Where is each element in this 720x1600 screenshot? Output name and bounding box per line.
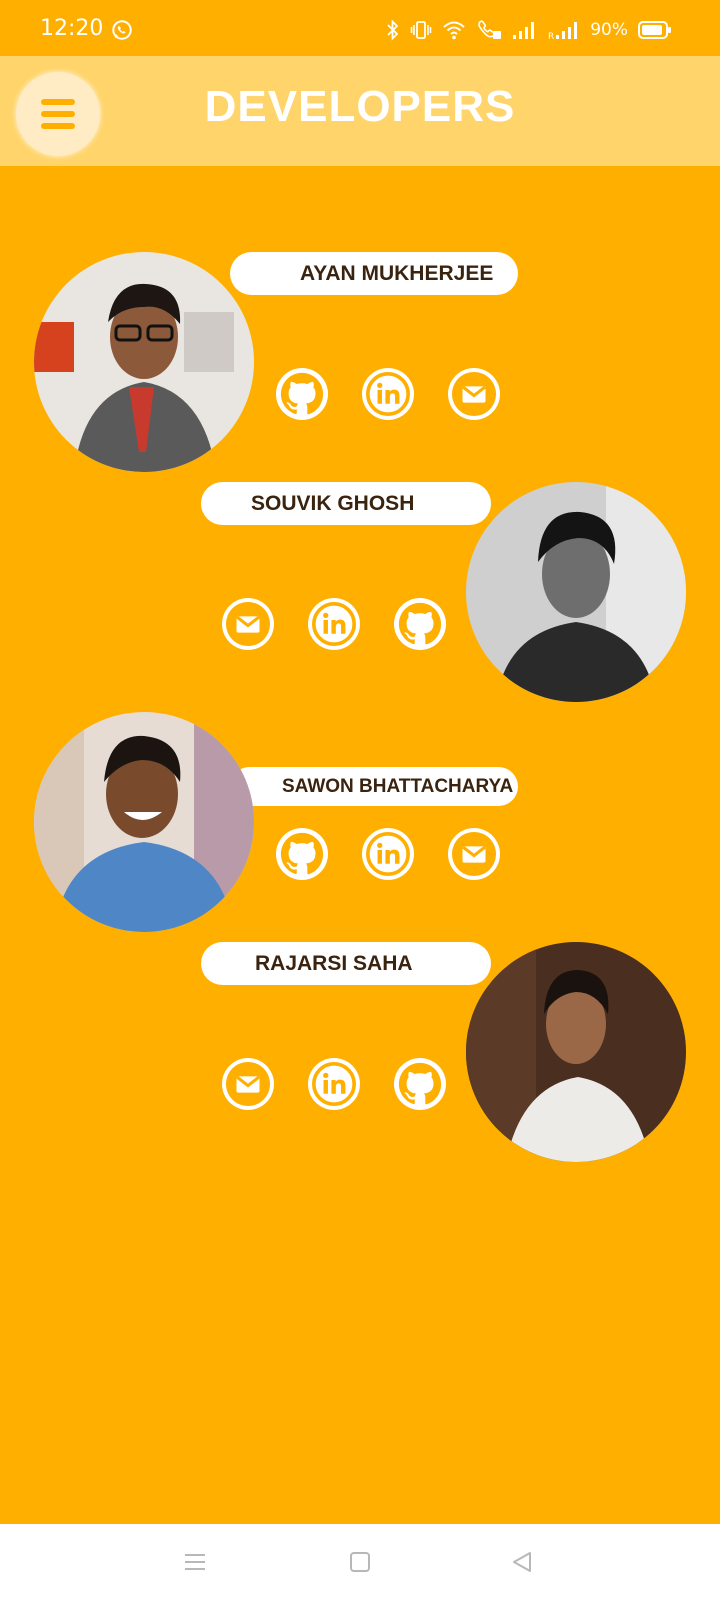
mail-button[interactable]: [448, 828, 500, 880]
whatsapp-icon: [112, 20, 132, 40]
mail-button[interactable]: [448, 368, 500, 420]
linkedin-button[interactable]: [362, 828, 414, 880]
developer-card: SOUVIK GHOSH: [0, 482, 720, 702]
linkedin-button[interactable]: [308, 598, 360, 650]
status-bar: 12:20 R 90%: [0, 0, 720, 56]
social-links: [276, 828, 500, 880]
social-links: [222, 598, 446, 650]
mail-icon: [225, 601, 271, 647]
developer-name: SOUVIK GHOSH: [251, 491, 415, 515]
svg-text:R: R: [548, 32, 554, 41]
mail-icon: [225, 1061, 271, 1107]
home-icon[interactable]: [348, 1550, 372, 1574]
developer-name-pill: SAWON BHATTACHARYA: [230, 767, 518, 806]
github-button[interactable]: [276, 368, 328, 420]
developer-card: RAJARSI SAHA: [0, 942, 720, 1162]
developer-avatar: [466, 942, 686, 1162]
developer-card: SAWON BHATTACHARYA: [0, 712, 720, 932]
developer-name: SAWON BHATTACHARYA: [282, 775, 514, 797]
social-links: [222, 1058, 446, 1110]
page-title: DEVELOPERS: [204, 82, 516, 131]
mail-icon: [451, 371, 497, 417]
linkedin-button[interactable]: [362, 368, 414, 420]
app-bar: DEVELOPERS: [0, 56, 720, 166]
linkedin-icon: [312, 602, 356, 646]
signal-icon: [513, 22, 535, 39]
wifi-icon: [443, 21, 465, 40]
mail-icon: [451, 831, 497, 877]
github-icon: [280, 832, 324, 876]
volte-icon: [478, 20, 502, 39]
status-icons: R 90%: [386, 18, 672, 42]
system-nav-bar: [0, 1524, 720, 1600]
developer-avatar: [34, 712, 254, 932]
linkedin-button[interactable]: [308, 1058, 360, 1110]
developer-avatar: [34, 252, 254, 472]
linkedin-icon: [312, 1062, 356, 1106]
github-icon: [398, 1062, 442, 1106]
github-button[interactable]: [394, 1058, 446, 1110]
developer-name-pill: AYAN MUKHERJEE: [230, 252, 518, 295]
status-time: 12:20: [40, 16, 104, 41]
vibrate-icon: [410, 21, 432, 39]
mail-button[interactable]: [222, 598, 274, 650]
github-icon: [398, 602, 442, 646]
github-button[interactable]: [394, 598, 446, 650]
recents-icon[interactable]: [183, 1550, 207, 1574]
social-links: [276, 368, 500, 420]
battery-icon: [638, 21, 671, 39]
github-icon: [280, 372, 324, 416]
developer-name-pill: RAJARSI SAHA: [201, 942, 491, 985]
github-button[interactable]: [276, 828, 328, 880]
linkedin-icon: [366, 372, 410, 416]
mail-button[interactable]: [222, 1058, 274, 1110]
back-icon[interactable]: [510, 1550, 534, 1574]
linkedin-icon: [366, 832, 410, 876]
battery-percent: 90%: [590, 20, 628, 40]
signal-roaming-icon: R: [548, 22, 578, 41]
developer-name: RAJARSI SAHA: [255, 951, 413, 975]
developer-card: AYAN MUKHERJEE: [0, 252, 720, 472]
bluetooth-icon: [387, 19, 399, 41]
developer-avatar: [466, 482, 686, 702]
developer-name: AYAN MUKHERJEE: [300, 261, 494, 285]
developer-name-pill: SOUVIK GHOSH: [201, 482, 491, 525]
